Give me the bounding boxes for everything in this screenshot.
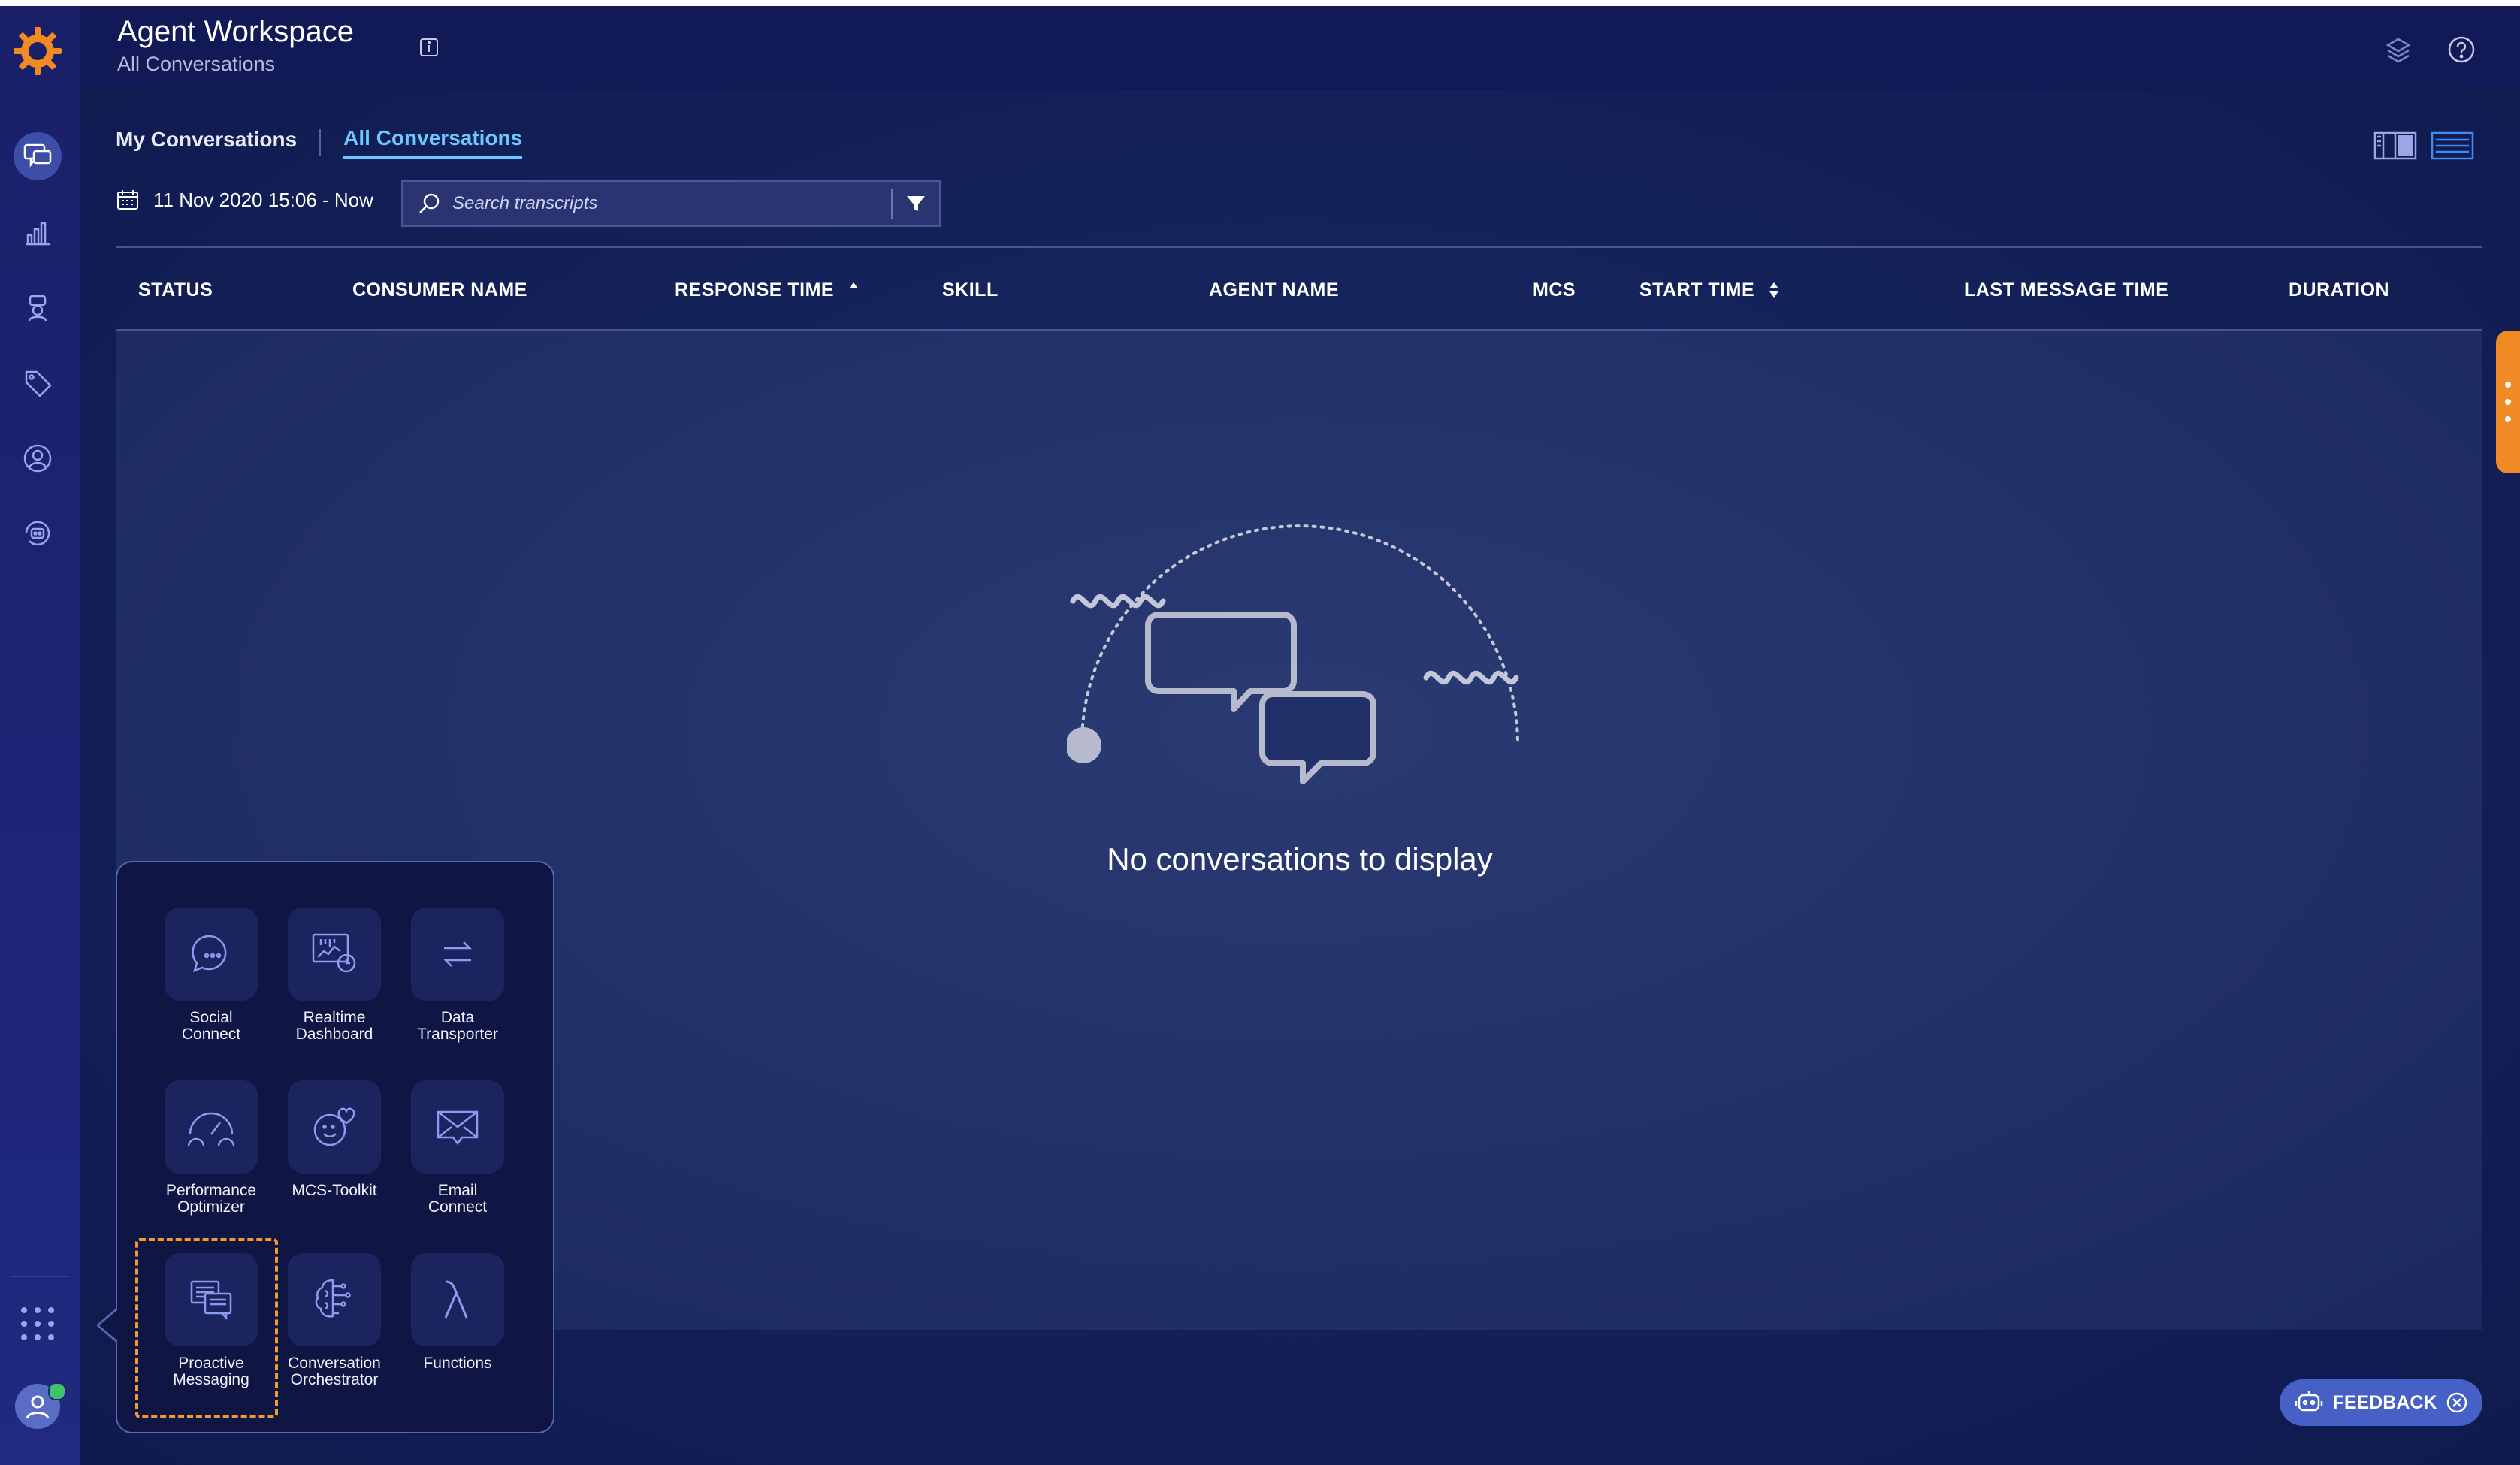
app-tile-label: Email Connect — [428, 1182, 488, 1216]
filter-icon — [907, 196, 925, 211]
gauge-icon — [187, 1112, 235, 1147]
app-tile-data-transporter[interactable]: Data Transporter — [401, 908, 514, 1043]
app-tile-label: Performance Optimizer — [165, 1182, 257, 1216]
nav-agent-manager-button[interactable] — [14, 284, 62, 332]
app-tile-performance-optimizer[interactable]: Performance Optimizer — [155, 1080, 267, 1216]
info-icon[interactable] — [416, 35, 442, 60]
app-tile-realtime-dashboard[interactable]: Realtime Dashboard — [278, 908, 391, 1043]
nav-analytics-button[interactable] — [14, 209, 62, 257]
column-duration[interactable]: DURATION — [2289, 279, 2389, 301]
top-strip — [0, 0, 2520, 6]
close-circle-icon[interactable] — [2446, 1391, 2468, 1414]
page-subtitle: All Conversations — [117, 53, 276, 75]
bot-icon — [25, 521, 50, 546]
user-circle-icon — [23, 444, 52, 473]
split-view-icon[interactable] — [2373, 129, 2418, 162]
search-input[interactable] — [445, 192, 891, 215]
help-icon[interactable] — [2445, 33, 2478, 66]
side-panel-handle[interactable] — [2496, 331, 2520, 473]
date-range-value: 11 Nov 2020 15:06 - Now — [153, 188, 373, 211]
column-consumer-name[interactable]: CONSUMER NAME — [352, 279, 527, 301]
lambda-icon — [444, 1280, 468, 1318]
column-status[interactable]: STATUS — [138, 279, 213, 301]
envelope-icon — [437, 1110, 479, 1146]
column-last-message-time[interactable]: LAST MESSAGE TIME — [1964, 279, 2168, 301]
app-tile-email-connect[interactable]: Email Connect — [401, 1080, 514, 1216]
realtime-dashboard-icon — [312, 933, 356, 973]
rail-divider — [11, 1276, 68, 1277]
column-agent-name[interactable]: AGENT NAME — [1209, 279, 1339, 301]
app-header: Agent Workspace All Conversations — [80, 6, 2520, 90]
proactive-messaging-highlight — [135, 1238, 278, 1418]
chat-bubbles-icon — [23, 143, 52, 168]
popup-pointer-inner — [99, 1310, 117, 1340]
table-header: STATUS CONSUMER NAME RESPONSE TIME SKILL… — [116, 246, 2482, 331]
tab-my-conversations[interactable]: My Conversations — [116, 128, 297, 158]
layers-icon[interactable] — [2382, 33, 2415, 66]
sort-both-icon — [1769, 282, 1778, 298]
app-tile-label: Realtime Dashboard — [295, 1009, 373, 1043]
data-transporter-icon — [443, 941, 473, 967]
app-tile-label: Data Transporter — [417, 1009, 498, 1043]
column-response-time[interactable]: RESPONSE TIME — [675, 279, 860, 301]
app-tile-icon-wrap — [165, 1080, 258, 1174]
brain-circuit-icon — [315, 1279, 351, 1318]
filter-button[interactable] — [893, 181, 939, 226]
view-toggle — [2373, 129, 2475, 162]
app-tile-label: Conversation Orchestrator — [288, 1355, 381, 1388]
app-tile-functions[interactable]: Functions — [401, 1253, 514, 1372]
search-transcripts-box — [401, 180, 941, 227]
smiley-heart-icon — [313, 1107, 355, 1146]
nav-conversations-button[interactable] — [14, 132, 62, 180]
column-skill[interactable]: SKILL — [942, 279, 999, 301]
sort-ascending-icon — [848, 282, 858, 288]
bar-chart-icon — [26, 222, 50, 246]
left-nav-rail — [0, 6, 80, 1465]
calendar-icon — [117, 190, 138, 210]
list-view-icon[interactable] — [2430, 129, 2475, 162]
app-tile-conversation-orchestrator[interactable]: Conversation Orchestrator — [278, 1253, 391, 1388]
column-mcs[interactable]: MCS — [1533, 279, 1576, 301]
conversation-tabs: My Conversations All Conversations — [116, 126, 523, 159]
app-tile-icon-wrap — [411, 1080, 504, 1174]
nav-bots-button[interactable] — [14, 509, 62, 557]
apps-grid-icon[interactable] — [18, 1304, 57, 1343]
robot-icon — [2295, 1391, 2322, 1412]
app-tile-social-connect[interactable]: Social Connect — [155, 908, 267, 1043]
empty-conversations-illustration — [1067, 524, 1519, 784]
tab-all-conversations[interactable]: All Conversations — [343, 126, 523, 159]
tab-separator — [319, 128, 322, 156]
agent-icon — [28, 295, 47, 322]
column-response-time-label: RESPONSE TIME — [675, 279, 835, 301]
more-vertical-icon — [2505, 382, 2511, 422]
app-tile-icon-wrap — [288, 1253, 381, 1346]
feedback-label: FEEDBACK — [2332, 1391, 2437, 1413]
brand-logo-icon[interactable] — [11, 24, 65, 78]
social-connect-icon — [192, 935, 227, 973]
app-tile-mcs-toolkit[interactable]: MCS-Toolkit — [278, 1080, 391, 1199]
app-tile-label: Social Connect — [181, 1009, 241, 1043]
online-status-badge — [48, 1382, 66, 1400]
app-tile-icon-wrap — [288, 908, 381, 1001]
column-start-time[interactable]: START TIME — [1639, 279, 1780, 301]
feedback-button[interactable]: FEEDBACK — [2280, 1379, 2482, 1426]
app-tile-icon-wrap — [411, 908, 504, 1001]
date-range-picker[interactable]: 11 Nov 2020 15:06 - Now — [116, 188, 373, 212]
tag-icon — [25, 370, 52, 397]
app-tile-icon-wrap — [288, 1080, 381, 1174]
app-tile-icon-wrap — [411, 1253, 504, 1346]
app-tile-icon-wrap — [165, 908, 258, 1001]
app-tile-label: MCS-Toolkit — [292, 1182, 377, 1199]
nav-contacts-button[interactable] — [14, 434, 62, 482]
column-start-time-label: START TIME — [1639, 279, 1755, 301]
app-title: Agent Workspace — [117, 15, 354, 48]
search-icon — [419, 193, 440, 213]
app-tile-label: Functions — [423, 1355, 492, 1372]
nav-tags-button[interactable] — [14, 359, 62, 407]
empty-state-message: No conversations to display — [1107, 841, 1493, 877]
